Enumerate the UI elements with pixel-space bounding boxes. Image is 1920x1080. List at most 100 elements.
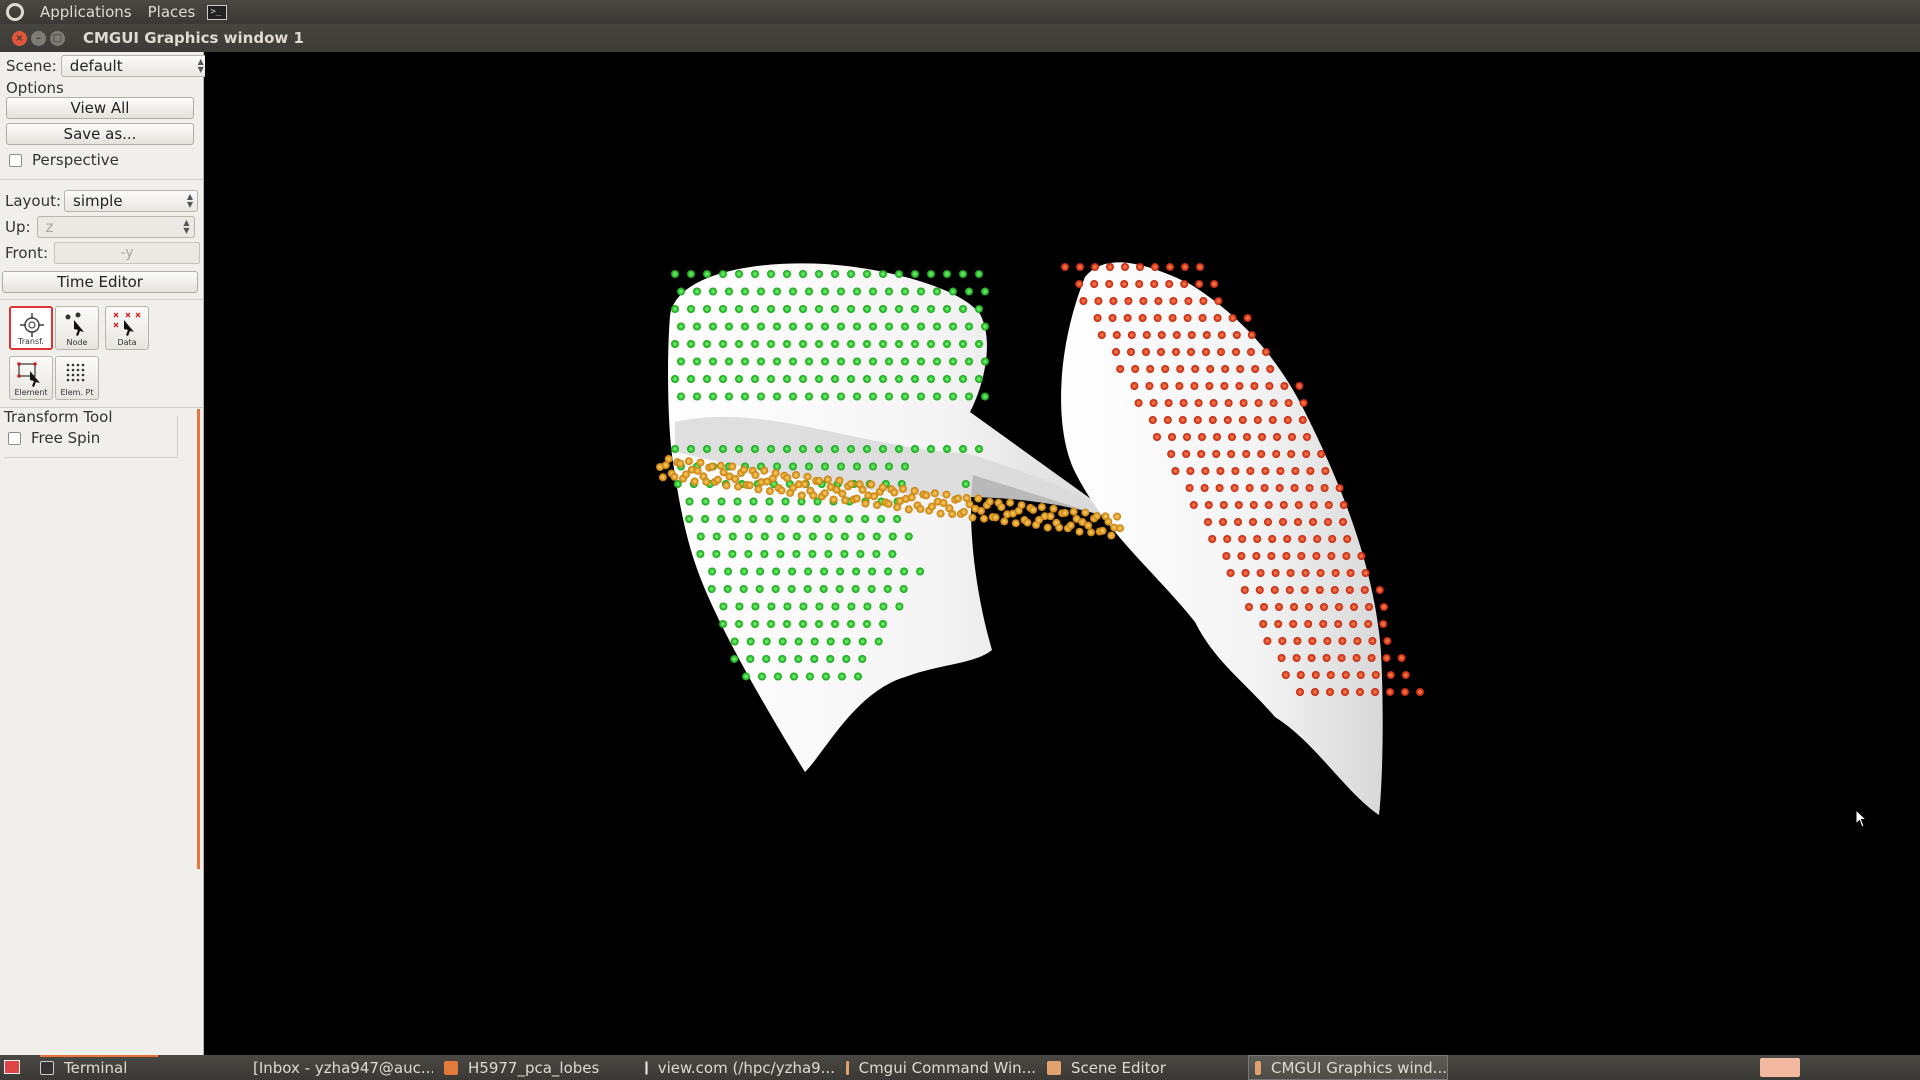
fissure-point (1023, 518, 1032, 527)
fissure-point (829, 495, 838, 504)
workspace-switcher[interactable] (1760, 1058, 1800, 1077)
fissure-point (1037, 503, 1046, 512)
right-lobe-point (1161, 365, 1170, 373)
left-lobe-point (728, 550, 737, 558)
right-lobe-point (1253, 535, 1262, 543)
taskbar-item-label: CMGUI Graphics wind... (1271, 1058, 1447, 1077)
left-lobe-point (733, 497, 742, 506)
right-lobe-point (1296, 671, 1305, 679)
element-tool-button[interactable]: Element (9, 356, 53, 400)
left-lobe-point (883, 585, 892, 593)
element-point-tool-button[interactable]: Elem. Pt (55, 356, 99, 400)
left-lobe-point (845, 515, 854, 523)
right-lobe-point (1205, 382, 1214, 390)
right-lobe-point (1328, 535, 1337, 543)
left-lobe-point (851, 585, 860, 593)
left-lobe-point (821, 462, 829, 471)
taskbar-item-editor[interactable]: view.com (/hpc/yzha9... (645, 1055, 835, 1080)
left-lobe-point (810, 655, 819, 663)
left-lobe-point (877, 515, 886, 523)
up-label: Up: (5, 218, 31, 236)
right-lobe-point (1397, 654, 1406, 662)
right-lobe-point (1281, 671, 1290, 679)
terminal-launcher-icon[interactable]: >_ (207, 4, 228, 20)
right-lobe-point (1163, 416, 1172, 424)
left-lobe-point (858, 655, 867, 663)
left-lobe-point (831, 305, 839, 313)
left-lobe-point (703, 340, 711, 348)
left-lobe-point (799, 620, 807, 628)
right-lobe-point (1260, 603, 1268, 611)
right-lobe-point (1238, 416, 1247, 424)
left-lobe-point (762, 637, 771, 646)
left-lobe-point (901, 322, 909, 331)
left-lobe-point (852, 567, 861, 576)
transform-tool-label: Transf. (18, 337, 44, 346)
fissure-point (916, 505, 925, 513)
right-lobe-point (1221, 365, 1230, 373)
left-lobe-point (773, 287, 781, 296)
minimize-window-button[interactable]: – (31, 30, 46, 46)
applications-menu[interactable]: Applications (32, 0, 140, 24)
left-lobe-point (854, 672, 862, 681)
left-lobe-point (671, 340, 679, 348)
left-lobe-point (842, 637, 851, 646)
perspective-checkbox[interactable] (9, 153, 22, 167)
right-lobe-point (1276, 467, 1285, 475)
left-lobe-point (772, 567, 781, 576)
fissure-point (936, 509, 945, 518)
right-lobe-point (1289, 620, 1298, 628)
right-lobe-point (1416, 688, 1424, 696)
view-all-button[interactable]: View All (6, 97, 194, 119)
fissure-point (751, 471, 760, 480)
taskbar-item-scene-editor[interactable]: Scene Editor (1047, 1055, 1237, 1080)
left-lobe-point (725, 392, 733, 401)
ubuntu-logo-icon[interactable] (6, 3, 24, 21)
fissure-point (708, 462, 717, 471)
time-editor-button[interactable]: Time Editor (2, 271, 198, 293)
graphics-viewport[interactable] (205, 52, 1920, 1055)
taskbar-item-graphics-window[interactable]: CMGUI Graphics wind... (1248, 1055, 1448, 1080)
maximize-window-button[interactable]: □ (50, 30, 65, 46)
transform-tool-button[interactable]: Transf. (9, 306, 53, 350)
right-lobe-point (1375, 586, 1384, 594)
left-lobe-point (943, 445, 951, 453)
show-desktop-icon[interactable] (4, 1060, 20, 1074)
right-lobe-point (1253, 416, 1262, 424)
left-lobe-point (762, 655, 771, 663)
free-spin-checkbox[interactable] (8, 431, 21, 445)
right-lobe-point (1260, 484, 1269, 492)
right-lobe-point (1245, 484, 1254, 492)
fissure-point (985, 497, 994, 506)
left-lobe-point (965, 357, 973, 366)
right-lobe-point (1321, 467, 1330, 475)
taskbar-item-inbox[interactable]: [Inbox - yzha947@auc... (243, 1055, 433, 1080)
right-lobe-point (1268, 535, 1277, 543)
node-tool-button[interactable]: Node (55, 306, 99, 350)
text-editor-icon (645, 1060, 648, 1075)
left-lobe-point (671, 270, 679, 278)
right-lobe-point (1079, 297, 1088, 305)
left-lobe-point (863, 620, 871, 628)
taskbar-item-terminal[interactable]: Terminal (40, 1055, 158, 1080)
right-lobe-point (1386, 671, 1395, 679)
places-menu[interactable]: Places (140, 0, 204, 24)
save-as-button[interactable]: Save as... (6, 123, 194, 145)
right-lobe-point (1401, 688, 1409, 696)
right-lobe-point (1123, 314, 1132, 322)
scene-select[interactable]: default ▲ ▼ (60, 55, 209, 77)
left-lobe-point (719, 602, 728, 611)
fissure-point (823, 475, 832, 484)
taskbar-item-folder[interactable]: H5977_pca_lobes (444, 1055, 634, 1080)
close-window-button[interactable]: × (12, 30, 27, 46)
layout-select[interactable]: simple ▲ ▼ (64, 190, 199, 212)
taskbar-item-cmgui-command[interactable]: Cmgui Command Win... (846, 1055, 1036, 1080)
left-lobe-point (821, 287, 829, 296)
panel-resize-handle[interactable] (197, 409, 200, 869)
window-title-bar[interactable]: × – □ CMGUI Graphics window 1 (0, 24, 1920, 52)
right-lobe-point (1309, 518, 1317, 526)
fissure-point (884, 499, 893, 508)
up-select: z ▲ ▼ (36, 216, 195, 238)
right-lobe-point (1160, 382, 1169, 390)
data-tool-button[interactable]: Data (105, 306, 149, 350)
